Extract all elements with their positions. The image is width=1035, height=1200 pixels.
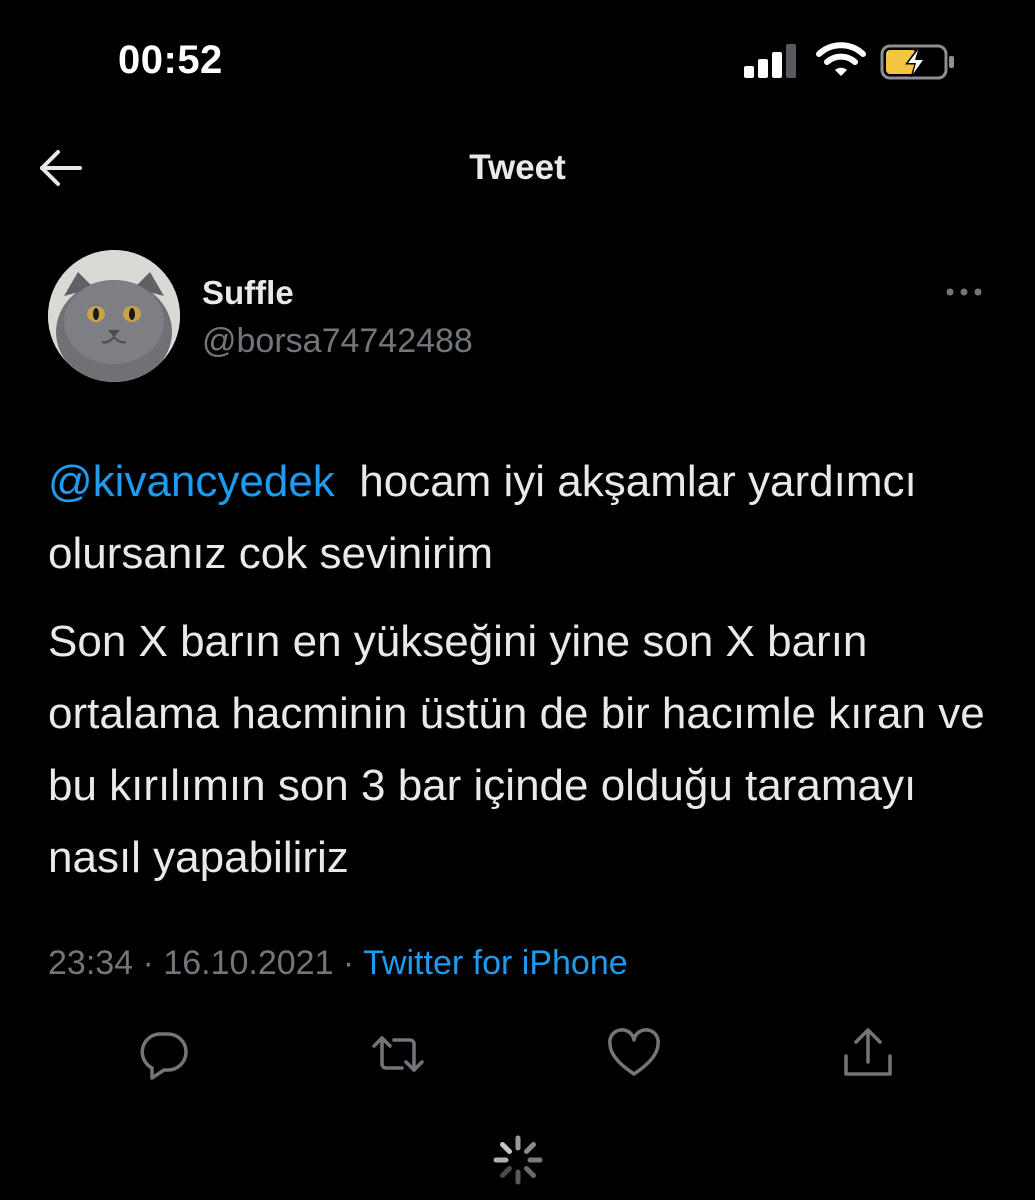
tweet-time: 23:34 (48, 944, 134, 982)
battery-charging-icon (880, 44, 954, 80)
gray-cat-avatar-icon (48, 250, 180, 382)
retweet-icon[interactable] (370, 1026, 426, 1082)
status-time: 00:52 (118, 38, 223, 82)
page-title: Tweet (469, 148, 566, 187)
meta-separator-2: · (333, 944, 364, 982)
tweet-meta: 23:34 · 16.10.2021 · Twitter for iPhone (48, 944, 628, 983)
tweet-source-link[interactable]: Twitter for iPhone (363, 944, 628, 982)
tweet-paragraph-1: @kivancyedek hocam iyi akşamlar yardımcı… (48, 446, 1008, 590)
mention-link[interactable]: @kivancyedek (48, 457, 335, 506)
tweet-text: @kivancyedek hocam iyi akşamlar yardımcı… (48, 446, 1008, 910)
display-name[interactable]: Suffle (202, 274, 294, 312)
meta-separator-1: · (133, 944, 164, 982)
reply-icon[interactable] (136, 1026, 192, 1082)
avatar[interactable] (48, 250, 180, 382)
status-icons (744, 42, 959, 82)
more-options-icon[interactable] (944, 280, 984, 304)
loading-spinner-icon (493, 1135, 543, 1185)
wifi-icon (816, 42, 866, 76)
tweet-date: 16.10.2021 (163, 944, 334, 982)
like-icon[interactable] (606, 1026, 662, 1082)
cellular-signal-icon (744, 44, 796, 78)
tweet-paragraph-2: Son X barın en yükseğini yine son X barı… (48, 617, 985, 882)
handle[interactable]: @borsa74742488 (202, 322, 473, 361)
share-icon[interactable] (840, 1026, 896, 1082)
